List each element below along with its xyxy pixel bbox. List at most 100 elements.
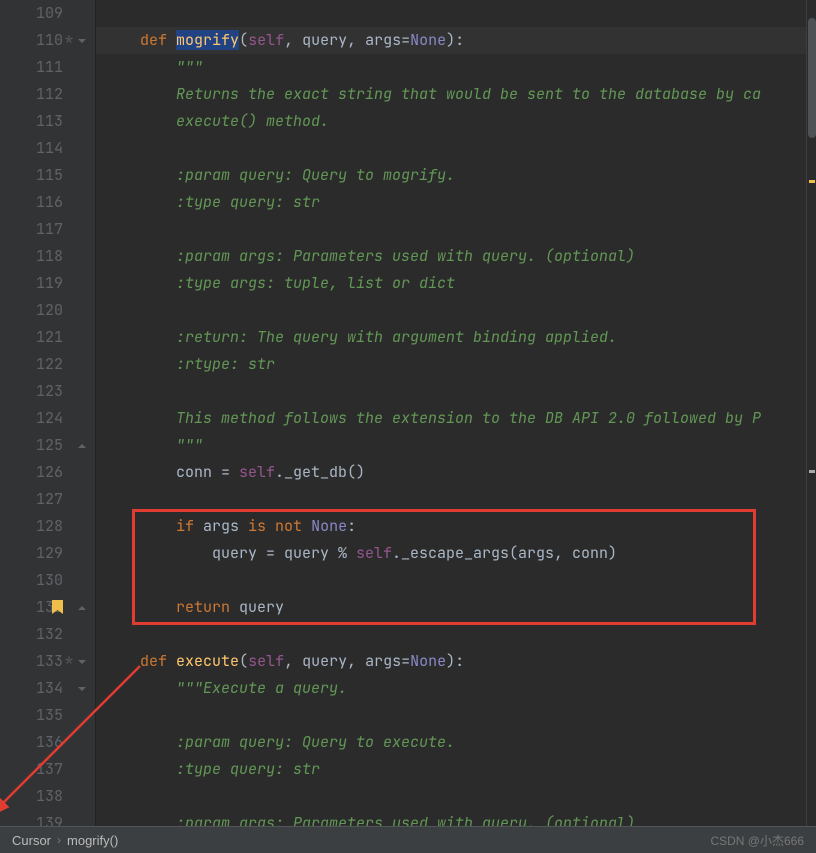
line-number: 123	[23, 378, 63, 405]
line-number: 117	[23, 216, 63, 243]
change-marker	[63, 378, 75, 405]
change-marker	[63, 54, 75, 81]
breadcrumb-current[interactable]: mogrify()	[67, 833, 118, 848]
code-line[interactable]: :type query: str	[96, 189, 816, 216]
change-marker	[63, 486, 75, 513]
code-line[interactable]: if args is not None:	[96, 513, 816, 540]
change-marker	[63, 405, 75, 432]
change-marker	[63, 783, 75, 810]
code-line[interactable]	[96, 216, 816, 243]
code-token: is not	[248, 516, 311, 536]
line-number: 119	[23, 270, 63, 297]
code-token: :param args: Parameters used with query.…	[104, 246, 635, 266]
breadcrumb[interactable]: Cursor › mogrify()	[12, 833, 118, 848]
code-line[interactable]: :type args: tuple, list or dict	[96, 270, 816, 297]
line-number: 132	[23, 621, 63, 648]
fold-icon[interactable]	[75, 684, 89, 694]
change-marker	[63, 297, 75, 324]
code-token: execute	[176, 651, 239, 671]
code-token: Returns the exact string that would be s…	[104, 84, 761, 104]
code-line[interactable]	[96, 0, 816, 27]
code-token: """	[104, 435, 203, 455]
line-number: 109	[23, 0, 63, 27]
code-token	[104, 30, 140, 50]
code-token: ._escape_args(args, conn)	[392, 543, 617, 563]
scroll-thumb[interactable]	[808, 18, 816, 138]
line-number: 130	[23, 567, 63, 594]
code-token: :	[347, 516, 356, 536]
code-line[interactable]	[96, 567, 816, 594]
code-line[interactable]	[96, 621, 816, 648]
line-number: 118	[23, 243, 63, 270]
code-token: :type query: str	[104, 759, 320, 779]
code-token: :param query: Query to execute.	[104, 732, 455, 752]
code-line[interactable]: """	[96, 54, 816, 81]
line-number: 137	[23, 756, 63, 783]
code-token: :param args: Parameters used with query.…	[104, 813, 635, 826]
code-line[interactable]: """	[96, 432, 816, 459]
line-number: 113	[23, 108, 63, 135]
code-line[interactable]: :param query: Query to mogrify.	[96, 162, 816, 189]
fold-icon[interactable]	[75, 36, 89, 46]
code-token: None	[410, 651, 446, 671]
change-marker	[63, 351, 75, 378]
code-line[interactable]: conn = self._get_db()	[96, 459, 816, 486]
code-line[interactable]: This method follows the extension to the…	[96, 405, 816, 432]
code-line[interactable]: return query	[96, 594, 816, 621]
code-line[interactable]: execute() method.	[96, 108, 816, 135]
change-marker	[63, 756, 75, 783]
code-token	[104, 597, 176, 617]
code-token: execute() method.	[104, 111, 329, 131]
code-line[interactable]: :return: The query with argument binding…	[96, 324, 816, 351]
scrollbar[interactable]	[806, 0, 816, 826]
code-line[interactable]	[96, 378, 816, 405]
fold-icon[interactable]	[75, 657, 89, 667]
code-line[interactable]	[96, 297, 816, 324]
change-marker	[63, 675, 75, 702]
code-line[interactable]: Returns the exact string that would be s…	[96, 81, 816, 108]
code-token: :type args: tuple, list or dict	[104, 273, 455, 293]
code-line[interactable]: :param query: Query to execute.	[96, 729, 816, 756]
code-line[interactable]: :param args: Parameters used with query.…	[96, 243, 816, 270]
change-marker	[63, 189, 75, 216]
line-number: 124	[23, 405, 63, 432]
fold-icon[interactable]	[75, 441, 89, 451]
code-token: None	[410, 30, 446, 50]
code-line[interactable]: :type query: str	[96, 756, 816, 783]
code-line[interactable]: def mogrify(self, query, args=None):	[96, 27, 816, 54]
change-marker	[63, 432, 75, 459]
code-line[interactable]: query = query % self._escape_args(args, …	[96, 540, 816, 567]
line-number: 128	[23, 513, 63, 540]
editor[interactable]: 109 110*111 112 113 114 115 116 117 118 …	[0, 0, 816, 826]
code-token: query = query %	[104, 543, 356, 563]
change-marker	[63, 270, 75, 297]
change-marker	[63, 216, 75, 243]
code-token: conn =	[104, 462, 239, 482]
code-line[interactable]: def execute(self, query, args=None):	[96, 648, 816, 675]
code-line[interactable]: """Execute a query.	[96, 675, 816, 702]
line-number: 126	[23, 459, 63, 486]
fold-icon[interactable]	[75, 603, 89, 613]
code-line[interactable]	[96, 486, 816, 513]
code-token: args	[203, 516, 248, 536]
change-marker	[63, 567, 75, 594]
code-line[interactable]: :param args: Parameters used with query.…	[96, 810, 816, 826]
code-line[interactable]	[96, 783, 816, 810]
gutter: 109 110*111 112 113 114 115 116 117 118 …	[0, 0, 96, 826]
line-number: 112	[23, 81, 63, 108]
breadcrumb-parent[interactable]: Cursor	[12, 833, 51, 848]
line-number: 121	[23, 324, 63, 351]
code-area[interactable]: def mogrify(self, query, args=None): """…	[96, 0, 816, 826]
code-token: None	[311, 516, 347, 536]
code-line[interactable]	[96, 135, 816, 162]
scroll-mark	[809, 180, 815, 183]
code-line[interactable]: :rtype: str	[96, 351, 816, 378]
code-line[interactable]	[96, 702, 816, 729]
code-token	[104, 516, 176, 536]
status-bar: Cursor › mogrify() CSDN @小杰666	[0, 826, 816, 853]
line-number: 136	[23, 729, 63, 756]
change-marker	[63, 0, 75, 27]
code-token: :type query: str	[104, 192, 320, 212]
line-number: 116	[23, 189, 63, 216]
change-marker: *	[63, 27, 75, 54]
